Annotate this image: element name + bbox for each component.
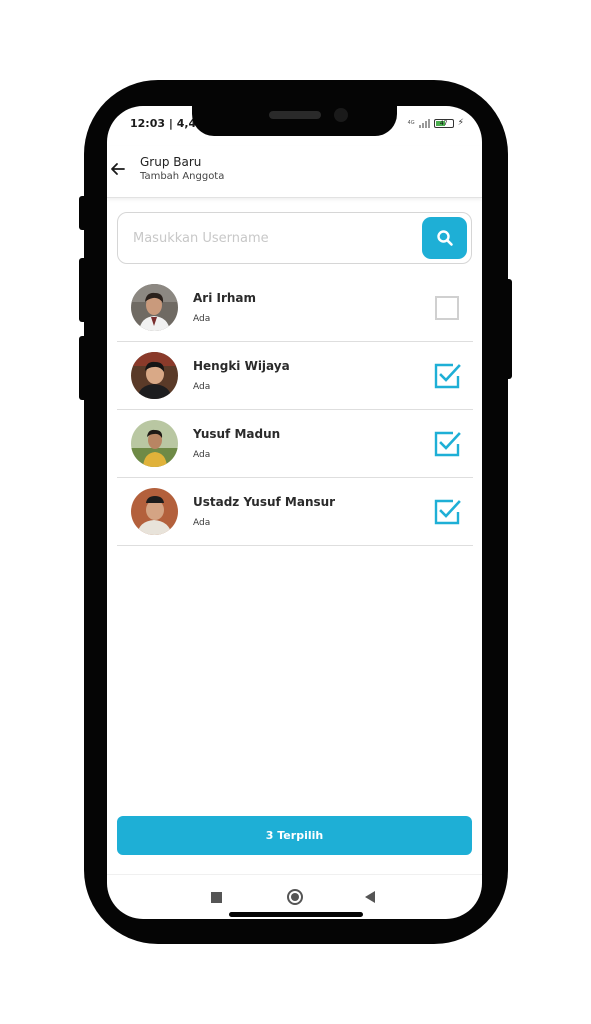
checkbox-empty-icon[interactable]: [433, 294, 461, 322]
status-icons: 4G 47 ⚡: [408, 118, 464, 128]
search-bar: [117, 212, 472, 264]
contact-status: Ada: [193, 518, 211, 528]
avatar: [131, 352, 178, 399]
search-icon: [436, 230, 453, 246]
battery-icon: 47: [433, 118, 454, 128]
avatar: [131, 284, 178, 331]
phone-screen: 12:03 | 4,4K 4G 47 ⚡ Grup Baru Tambah An…: [107, 106, 482, 919]
signal-icon: [418, 118, 430, 128]
search-input[interactable]: [118, 213, 418, 263]
nav-back-icon[interactable]: [365, 891, 375, 903]
recent-apps-icon[interactable]: [211, 892, 222, 903]
contact-row-ari-irham[interactable]: Ari Irham Ada: [117, 274, 473, 342]
search-button[interactable]: [422, 217, 467, 259]
checkbox-checked-icon[interactable]: [433, 498, 461, 526]
contact-name: Hengki Wijaya: [193, 359, 290, 373]
selected-count-button[interactable]: 3 Terpilih: [117, 816, 472, 855]
contact-row-ustadz-yusuf-mansur[interactable]: Ustadz Yusuf Mansur Ada: [117, 478, 473, 546]
page-title: Grup Baru: [140, 155, 202, 169]
contact-name: Yusuf Madun: [193, 427, 281, 441]
battery-level: 47: [439, 119, 448, 127]
page-subtitle: Tambah Anggota: [140, 171, 225, 182]
charging-icon: ⚡: [457, 118, 464, 128]
contact-row-yusuf-madun[interactable]: Yusuf Madun Ada: [117, 410, 473, 478]
contact-list: Ari Irham Ada Hengki Wijaya Ada Yusuf Ma…: [117, 274, 473, 546]
front-camera: [334, 108, 348, 122]
checkbox-checked-icon[interactable]: [433, 430, 461, 458]
contact-status: Ada: [193, 382, 211, 392]
avatar: [131, 488, 178, 535]
contact-name: Ari Irham: [193, 291, 257, 305]
network-label: 4G: [407, 119, 415, 126]
contact-row-hengki-wijaya[interactable]: Hengki Wijaya Ada: [117, 342, 473, 410]
checkbox-checked-icon[interactable]: [433, 362, 461, 390]
home-indicator: [229, 912, 363, 917]
contact-name: Ustadz Yusuf Mansur: [193, 495, 336, 509]
system-nav-bar: [107, 874, 482, 919]
home-icon[interactable]: [287, 889, 303, 905]
contact-status: Ada: [193, 314, 211, 324]
app-header: Grup Baru Tambah Anggota: [107, 146, 482, 198]
contact-status: Ada: [193, 450, 211, 460]
back-arrow-icon[interactable]: [109, 160, 127, 178]
avatar: [131, 420, 178, 467]
speaker: [269, 111, 321, 119]
